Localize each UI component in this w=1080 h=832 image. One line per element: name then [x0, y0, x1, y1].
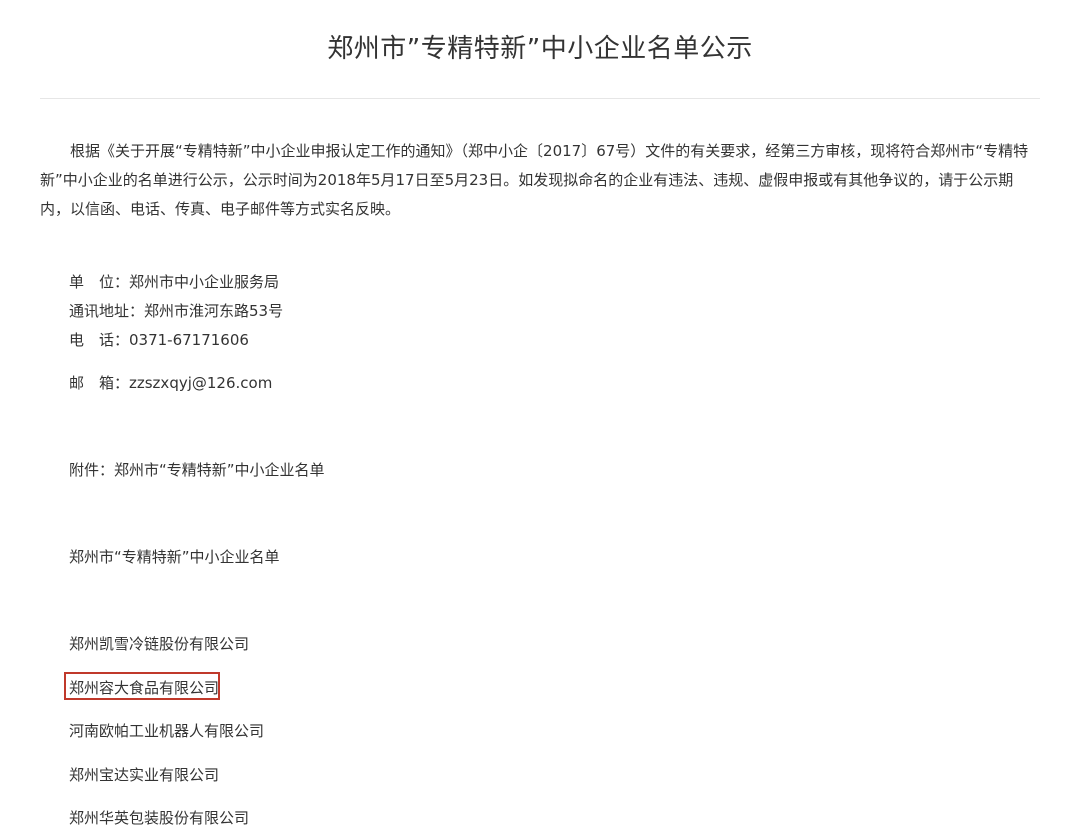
intro-paragraph: 根据《关于开展“专精特新”中小企业申报认定工作的通知》（郑中小企〔2017〕67… [40, 142, 1029, 218]
highlight-box [64, 672, 220, 700]
company-item: 郑州凯雪冷链股份有限公司 [69, 635, 250, 653]
company-item: 郑州宝达实业有限公司 [69, 766, 220, 784]
company-item: 郑州华英包装股份有限公司 [69, 809, 250, 827]
attachment-line: 附件：郑州市“专精特新”中小企业名单 [69, 461, 325, 479]
company-item: 河南欧帕工业机器人有限公司 [69, 722, 265, 740]
contact-phone: 电 话：0371-67171606 [69, 331, 249, 349]
contact-email: 邮 箱：zzszxqyj@126.com [69, 374, 273, 392]
page-title: 郑州市”专精特新”中小企业名单公示 [327, 34, 753, 64]
contact-unit: 单 位：郑州市中小企业服务局 [69, 273, 280, 291]
list-title: 郑州市“专精特新”中小企业名单 [69, 548, 280, 566]
document-page: 郑州市”专精特新”中小企业名单公示 根据《关于开展“专精特新”中小企业申报认定工… [0, 0, 1080, 832]
contact-address: 通讯地址：郑州市淮河东路53号 [69, 302, 284, 320]
title-divider [40, 98, 1040, 99]
